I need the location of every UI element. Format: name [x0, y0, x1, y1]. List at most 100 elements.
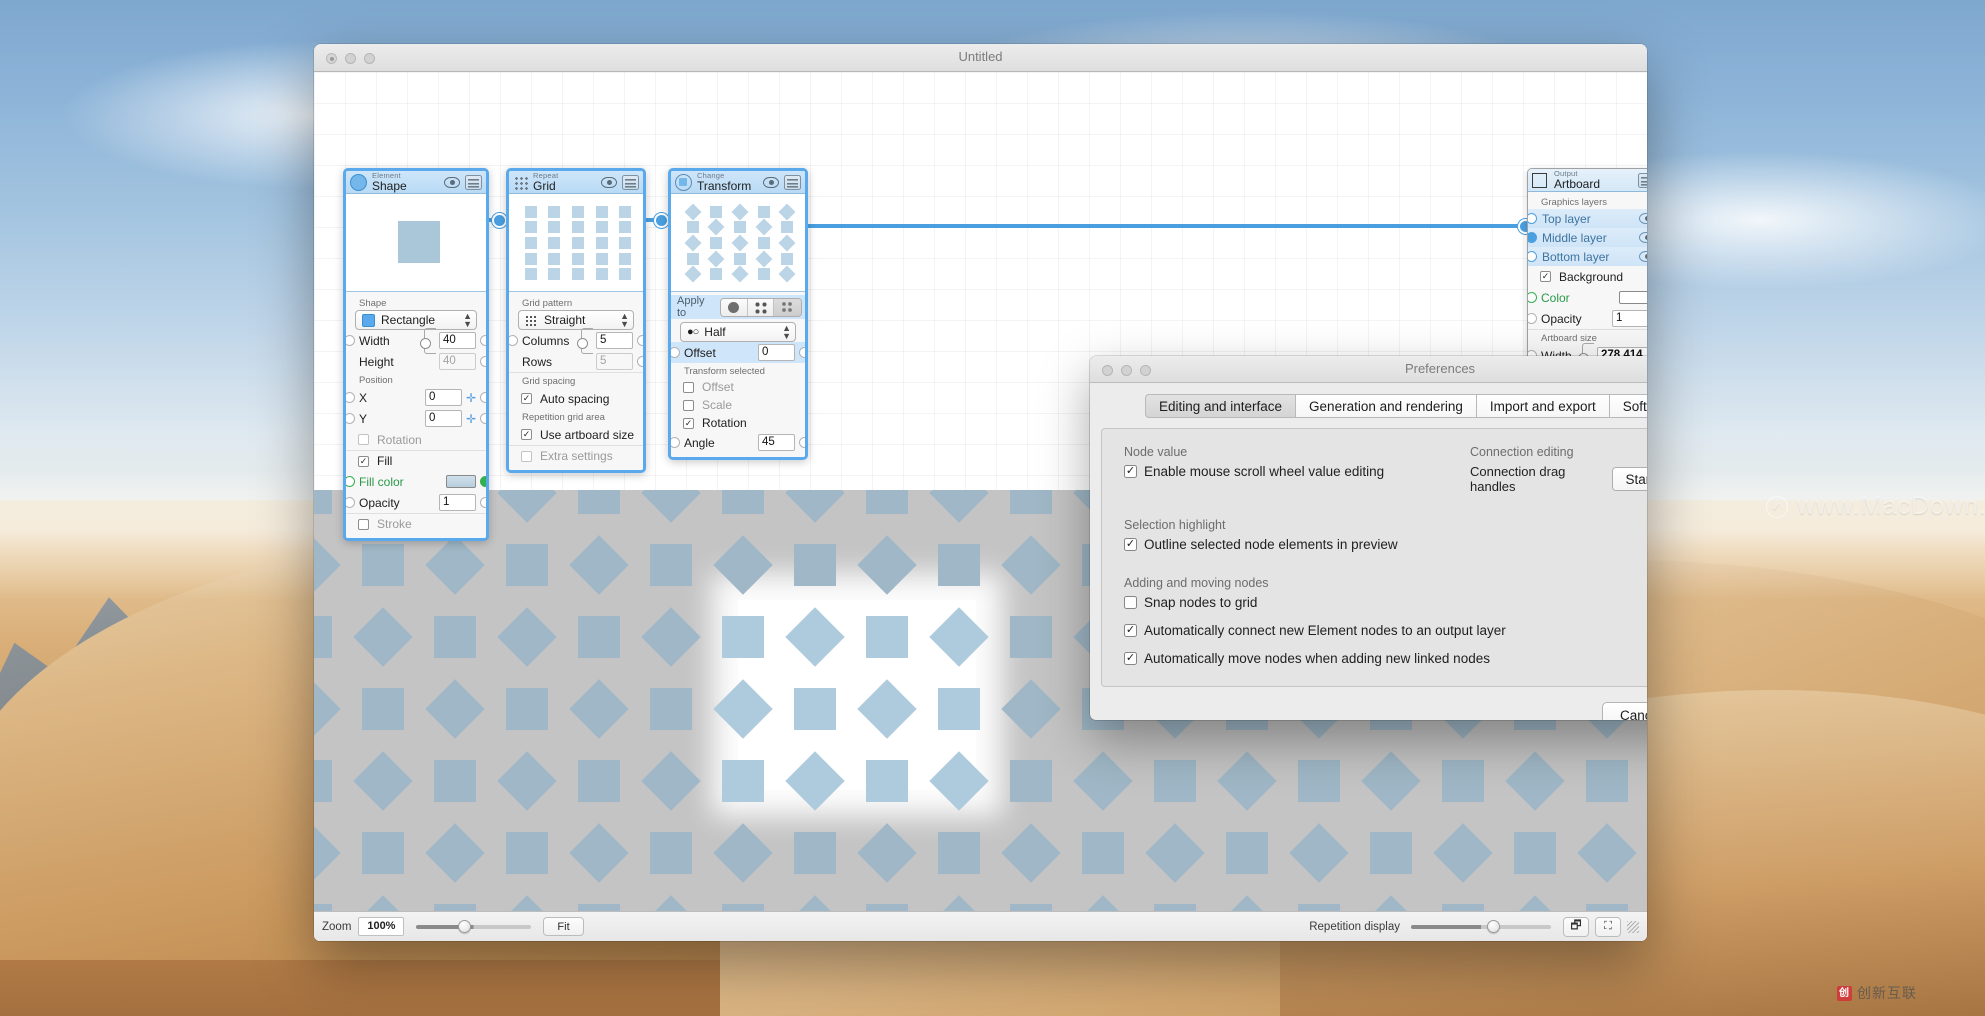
tab-import-and-export[interactable]: Import and export	[1476, 394, 1610, 418]
selection-dropdown[interactable]: ●○ Half ▲ ▼	[680, 322, 796, 342]
auto-move-checkbox[interactable]: ✓	[1124, 652, 1137, 665]
auto-connect-checkbox[interactable]: ✓	[1124, 624, 1137, 637]
cancel-button[interactable]: Cancel	[1602, 702, 1647, 720]
row-color[interactable]: Color	[1528, 287, 1647, 308]
fill-checkbox[interactable]: ✓	[358, 455, 369, 467]
row-offset[interactable]: Offset 0	[671, 342, 805, 363]
row-height[interactable]: Height 40	[346, 351, 486, 372]
zoom-slider[interactable]	[416, 918, 532, 936]
port-height-out[interactable]	[480, 356, 486, 367]
fill-color-swatch[interactable]	[446, 475, 476, 488]
fullscreen-button[interactable]: ⛶	[1595, 916, 1621, 937]
preferences-tabs[interactable]: Editing and interface Generation and ren…	[1090, 383, 1647, 418]
port-opacity[interactable]	[346, 497, 355, 508]
apply-alternate-option[interactable]	[747, 298, 775, 316]
row-x[interactable]: X 0 ✛	[346, 387, 486, 408]
port-angle-out[interactable]	[799, 437, 805, 448]
row-stroke[interactable]: ✓ Stroke	[346, 513, 486, 534]
visibility-eye-icon[interactable]	[1639, 213, 1647, 224]
port-x[interactable]	[346, 392, 355, 403]
scroll-wheel-checkbox[interactable]: ✓	[1124, 465, 1137, 478]
outline-selected-row[interactable]: ✓ Outline selected node elements in prev…	[1124, 537, 1647, 552]
visibility-eye-icon[interactable]	[1639, 232, 1647, 243]
port-top-layer[interactable]	[1528, 213, 1537, 224]
drag-handles-segmented-control[interactable]: Start Both End	[1611, 467, 1647, 491]
node-menu-icon[interactable]	[1638, 172, 1647, 188]
node-shape[interactable]: Element Shape Shape Rectangle ▲ ▼ Width …	[343, 168, 489, 541]
tab-editing-and-interface[interactable]: Editing and interface	[1144, 394, 1297, 418]
background-checkbox[interactable]: ✓	[1540, 271, 1551, 282]
port-rows-out[interactable]	[637, 356, 643, 367]
link-width-height-icon[interactable]	[420, 327, 436, 354]
row-use-artboard[interactable]: ✓ Use artboard size	[509, 424, 643, 445]
resize-grip[interactable]	[1627, 920, 1639, 933]
port-width[interactable]	[346, 335, 355, 346]
node-menu-icon[interactable]	[465, 174, 482, 190]
drag-handle-start-option[interactable]: Start	[1612, 468, 1647, 490]
angle-input[interactable]: 45	[758, 434, 795, 451]
port-fill-color[interactable]	[346, 476, 355, 487]
height-input[interactable]: 40	[439, 353, 476, 370]
row-t-scale[interactable]: ✓ Scale	[671, 396, 805, 414]
port-columns-out[interactable]	[637, 335, 643, 346]
stepper-icon[interactable]: ▲ ▼	[463, 312, 472, 329]
port-x-out[interactable]	[480, 392, 486, 403]
row-t-offset[interactable]: ✓ Offset	[671, 378, 805, 396]
tab-software-update[interactable]: Software update	[1609, 394, 1647, 418]
auto-move-row[interactable]: ✓ Automatically move nodes when adding n…	[1124, 651, 1647, 666]
scroll-wheel-row[interactable]: ✓ Enable mouse scroll wheel value editin…	[1124, 464, 1424, 479]
outline-selected-checkbox[interactable]: ✓	[1124, 538, 1137, 551]
port-offset[interactable]	[671, 347, 680, 358]
port-artboard-opacity[interactable]	[1528, 313, 1537, 324]
node-shape-header[interactable]: Element Shape	[346, 171, 486, 194]
stroke-checkbox[interactable]: ✓	[358, 518, 369, 530]
x-input[interactable]: 0	[424, 389, 462, 406]
row-width[interactable]: Width 40	[346, 327, 486, 354]
fit-button[interactable]: Fit	[543, 917, 584, 936]
node-grid-header[interactable]: Repeat Grid	[509, 171, 643, 194]
row-extra-settings[interactable]: ✓ Extra settings	[509, 445, 643, 466]
layer-row-top[interactable]: Top layer	[1528, 209, 1647, 228]
row-y[interactable]: Y 0 ✛	[346, 408, 486, 429]
row-auto-spacing[interactable]: ✓ Auto spacing	[509, 388, 643, 409]
port-offset-out[interactable]	[799, 347, 805, 358]
columns-input[interactable]: 5	[596, 332, 633, 349]
row-fill-color[interactable]: Fill color	[346, 471, 486, 492]
opacity-input[interactable]: 1	[439, 494, 476, 511]
row-apply-to[interactable]: Apply to	[671, 295, 805, 319]
background-color-swatch[interactable]	[1619, 291, 1647, 304]
use-artboard-size-checkbox[interactable]: ✓	[521, 429, 532, 440]
row-rotation[interactable]: ✓ Rotation	[346, 429, 486, 450]
port-y[interactable]	[346, 413, 355, 424]
x-crosshair-icon[interactable]: ✛	[466, 392, 476, 404]
node-grid[interactable]: Repeat Grid Grid pattern Straight ▲ ▼ Col…	[506, 168, 646, 473]
row-artboard-opacity[interactable]: Opacity 1	[1528, 308, 1647, 329]
stepper-icon[interactable]: ▲ ▼	[620, 312, 629, 329]
rows-input[interactable]: 5	[596, 353, 633, 370]
y-input[interactable]: 0	[424, 410, 462, 427]
visibility-eye-icon[interactable]	[1639, 251, 1647, 262]
row-opacity[interactable]: Opacity 1	[346, 492, 486, 513]
offset-input[interactable]: 0	[758, 344, 795, 361]
port-width-out[interactable]	[480, 335, 486, 346]
apply-half-option[interactable]	[774, 298, 801, 316]
window-mode-button[interactable]: 🗗	[1563, 916, 1589, 937]
layer-row-bottom[interactable]: Bottom layer	[1528, 247, 1647, 266]
shape-type-dropdown[interactable]: Rectangle ▲ ▼	[355, 310, 477, 330]
port-columns[interactable]	[509, 335, 518, 346]
port-angle[interactable]	[671, 437, 680, 448]
port-opacity-out[interactable]	[480, 497, 486, 508]
snap-nodes-checkbox[interactable]: ✓	[1124, 596, 1137, 609]
row-columns[interactable]: Columns 5	[509, 327, 643, 354]
visibility-eye-icon[interactable]	[601, 176, 617, 188]
tab-generation-and-rendering[interactable]: Generation and rendering	[1296, 394, 1477, 418]
visibility-eye-icon[interactable]	[763, 176, 779, 188]
node-transform-header[interactable]: Change Transform	[671, 171, 805, 194]
repetition-display-slider[interactable]	[1411, 918, 1551, 936]
node-menu-icon[interactable]	[622, 174, 639, 190]
node-menu-icon[interactable]	[784, 174, 801, 190]
port-bottom-layer[interactable]	[1528, 251, 1537, 262]
port-y-out[interactable]	[480, 413, 486, 424]
auto-connect-row[interactable]: ✓ Automatically connect new Element node…	[1124, 623, 1647, 638]
row-background[interactable]: ✓ Background	[1528, 266, 1647, 287]
